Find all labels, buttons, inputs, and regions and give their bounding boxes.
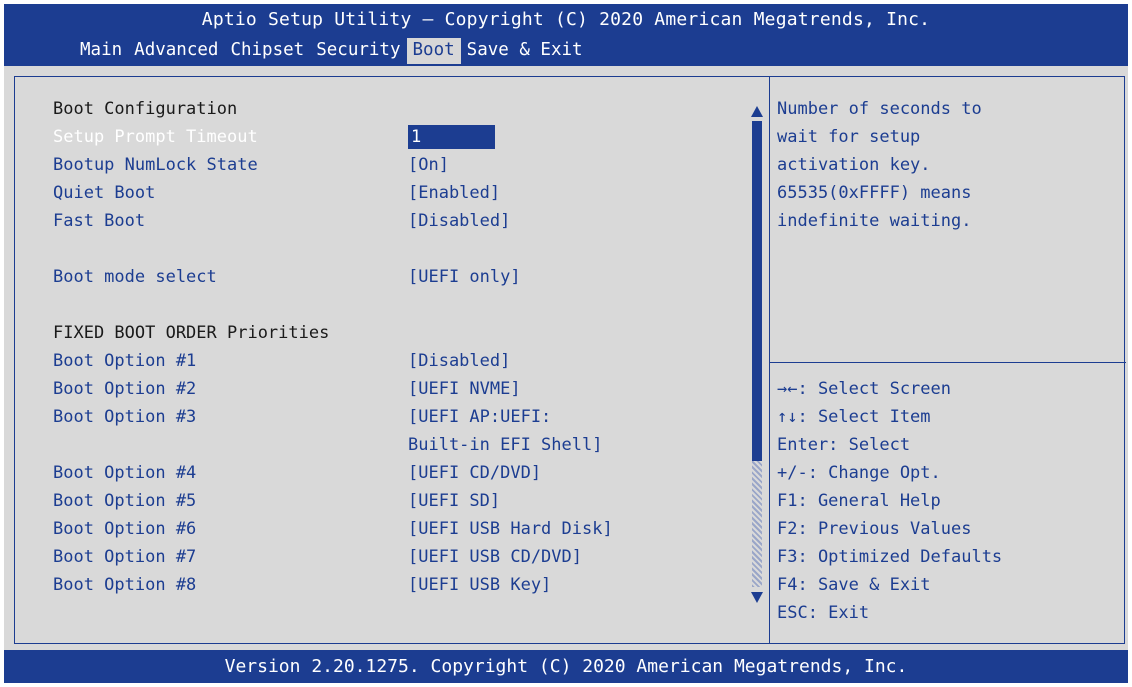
help-key-select-item: ↑↓: Select Item	[777, 407, 931, 427]
scroll-down-arrow-icon[interactable]	[751, 592, 763, 603]
setting-value[interactable]: [On]	[408, 151, 449, 179]
setting-value[interactable]: [UEFI SD]	[408, 487, 500, 515]
timeout-input[interactable]: 1	[408, 125, 495, 149]
setting-label: Quiet Boot	[53, 183, 156, 203]
setting-label: Bootup NumLock State	[53, 155, 258, 175]
help-key-f2: F2: Previous Values	[777, 519, 972, 539]
section-title-boot-configuration: Boot Configuration	[53, 99, 238, 119]
setting-value[interactable]: [Disabled]	[408, 207, 510, 235]
setting-value[interactable]: [Disabled]	[408, 347, 510, 375]
setting-value-cont: Built-in EFI Shell]	[408, 435, 603, 455]
setting-value[interactable]: [UEFI USB Key]	[408, 571, 551, 599]
tab-boot[interactable]: Boot	[406, 38, 461, 64]
help-key-f1: F1: General Help	[777, 491, 941, 511]
help-description-line: indefinite waiting.	[777, 211, 972, 231]
help-key-enter: Enter: Select	[777, 435, 911, 455]
tab-security[interactable]: Security	[310, 38, 406, 64]
scrollbar-thumb[interactable]	[752, 121, 762, 461]
setting-label: Boot Option #8	[53, 575, 197, 595]
setting-value[interactable]: [UEFI NVME]	[408, 375, 521, 403]
help-description-line: 65535(0xFFFF) means	[777, 183, 972, 203]
help-divider	[770, 362, 1126, 363]
setting-label: Boot Option #7	[53, 547, 197, 567]
top-menu: Main Advanced Chipset Security Boot Save…	[74, 38, 589, 64]
setting-label: Boot Option #4	[53, 463, 197, 483]
setting-label: Boot Option #6	[53, 519, 197, 539]
help-description-line: Number of seconds to	[777, 99, 982, 119]
section-title-fixed-boot-order: FIXED BOOT ORDER Priorities	[53, 323, 330, 343]
help-key-f4: F4: Save & Exit	[777, 575, 931, 595]
setting-value[interactable]: [UEFI AP:UEFI:	[408, 403, 551, 431]
help-key-esc: ESC: Exit	[777, 603, 870, 623]
main-area: Boot Configuration Setup Prompt Timeout …	[4, 66, 1128, 650]
tab-chipset[interactable]: Chipset	[224, 38, 310, 64]
setting-label: Boot Option #2	[53, 379, 197, 399]
setting-label: Boot Option #1	[53, 351, 197, 371]
settings-panel: Boot Configuration Setup Prompt Timeout …	[14, 76, 1126, 644]
help-description-line: wait for setup	[777, 127, 921, 147]
window-title: Aptio Setup Utility – Copyright (C) 2020…	[201, 9, 931, 30]
tab-save-exit[interactable]: Save & Exit	[461, 38, 589, 64]
help-description-line: activation key.	[777, 155, 931, 175]
setting-value[interactable]: [UEFI USB Hard Disk]	[408, 515, 613, 543]
help-key-select-screen: →←: Select Screen	[777, 379, 951, 399]
setting-value[interactable]: [UEFI CD/DVD]	[408, 459, 541, 487]
tab-advanced[interactable]: Advanced	[128, 38, 224, 64]
setting-value[interactable]: [Enabled]	[408, 179, 500, 207]
footer-bar: Version 2.20.1275. Copyright (C) 2020 Am…	[4, 650, 1128, 683]
setting-label: Boot mode select	[53, 267, 217, 287]
panel-divider	[769, 77, 770, 643]
help-key-change-opt: +/-: Change Opt.	[777, 463, 941, 483]
setting-label: Boot Option #5	[53, 491, 197, 511]
setting-value[interactable]: [UEFI USB CD/DVD]	[408, 543, 582, 571]
setting-label: Boot Option #3	[53, 407, 197, 427]
help-key-f3: F3: Optimized Defaults	[777, 547, 1003, 567]
tab-main[interactable]: Main	[74, 38, 128, 64]
setting-label: Setup Prompt Timeout	[53, 127, 258, 147]
scroll-up-arrow-icon[interactable]	[751, 106, 763, 117]
header-bar: Aptio Setup Utility – Copyright (C) 2020…	[4, 4, 1128, 66]
bios-window: Aptio Setup Utility – Copyright (C) 2020…	[0, 0, 1132, 687]
setting-value[interactable]: [UEFI only]	[408, 263, 521, 291]
setting-label: Fast Boot	[53, 211, 146, 231]
